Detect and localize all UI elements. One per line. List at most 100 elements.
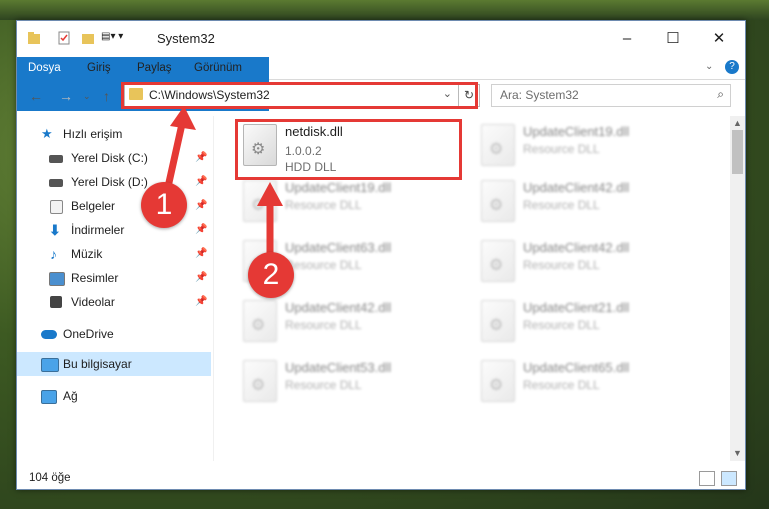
videos-icon xyxy=(50,296,62,308)
file-item[interactable]: ⚙ UpdateClient19.dll Resource DLL xyxy=(475,120,705,174)
search-input[interactable]: Ara: System32 ⌕ xyxy=(491,84,731,107)
sidebar-item-label: Hızlı erişim xyxy=(63,127,123,141)
large-icons-view-icon[interactable] xyxy=(721,471,737,486)
file-item[interactable]: ⚙ UpdateClient42.dll Resource DLL xyxy=(475,176,705,230)
pin-icon: 📌 xyxy=(195,248,208,259)
sidebar-item-this-pc[interactable]: Bu bilgisayar xyxy=(17,352,211,376)
file-name: UpdateClient19.dll xyxy=(523,124,630,139)
file-name: UpdateClient42.dll xyxy=(523,240,630,255)
dll-file-icon: ⚙ xyxy=(481,300,515,342)
dll-file-icon: ⚙ xyxy=(243,360,277,402)
minimize-button[interactable]: – xyxy=(607,27,647,51)
dll-file-icon: ⚙ xyxy=(481,240,515,282)
sidebar-item-videos[interactable]: Videolar 📌 xyxy=(17,290,211,314)
folder-icon xyxy=(27,31,41,48)
maximize-button[interactable]: ☐ xyxy=(653,27,693,51)
search-icon: ⌕ xyxy=(717,87,724,101)
sidebar-item-label: Yerel Disk (D:) xyxy=(71,175,148,189)
documents-icon xyxy=(50,200,63,214)
file-name: UpdateClient53.dll xyxy=(285,360,392,375)
navigation-pane: ★ Hızlı erişim Yerel Disk (C:) 📌 Yerel D… xyxy=(17,116,211,461)
status-bar: 104 öğe xyxy=(17,467,745,489)
file-description: Resource DLL xyxy=(285,198,362,212)
drive-icon xyxy=(49,155,63,163)
scroll-up-icon[interactable]: ▲ xyxy=(733,118,742,128)
address-highlight xyxy=(121,82,478,109)
file-item[interactable]: ⚙ UpdateClient53.dll Resource DLL xyxy=(237,356,467,410)
pin-icon: 📌 xyxy=(195,272,208,283)
file-description: Resource DLL xyxy=(523,258,600,272)
sidebar-item-network[interactable]: Ağ xyxy=(17,384,211,408)
pictures-icon xyxy=(49,272,65,286)
sidebar-item-label: OneDrive xyxy=(63,327,114,341)
file-description: Resource DLL xyxy=(285,378,362,392)
sidebar-item-music[interactable]: ♪ Müzik 📌 xyxy=(17,242,211,266)
file-highlight xyxy=(235,119,462,180)
sidebar-item-label: Belgeler xyxy=(71,199,116,213)
desktop-background xyxy=(0,0,769,20)
download-icon: ⬇ xyxy=(49,222,61,238)
recent-locations-icon[interactable]: ⌄ xyxy=(83,91,91,102)
callout-badge-1: 1 xyxy=(141,182,187,228)
sidebar-item-quick-access[interactable]: ★ Hızlı erişim xyxy=(17,122,211,146)
file-description: Resource DLL xyxy=(285,258,362,272)
sidebar-item-label: İndirmeler xyxy=(71,223,125,237)
file-name: UpdateClient19.dll xyxy=(285,180,392,195)
ribbon-tabs: Dosya Giriş Paylaş Görünüm ⌄ ? xyxy=(17,57,745,111)
sidebar-item-label: Resimler xyxy=(71,271,119,285)
up-arrow-icon[interactable]: ↑ xyxy=(103,88,110,104)
file-description: Resource DLL xyxy=(523,142,600,156)
pin-icon: 📌 xyxy=(195,152,208,163)
file-item[interactable]: ⚙ UpdateClient65.dll Resource DLL xyxy=(475,356,705,410)
file-item[interactable]: ⚙ UpdateClient21.dll Resource DLL xyxy=(475,296,705,350)
cloud-icon xyxy=(41,330,57,339)
file-description: Resource DLL xyxy=(523,198,600,212)
back-arrow-icon[interactable]: ← xyxy=(29,88,43,104)
item-count: 104 öğe xyxy=(29,472,71,484)
explorer-window: ▤▾ ▾ System32 – ☐ ✕ Dosya Giriş Paylaş G… xyxy=(16,20,746,490)
pane-divider xyxy=(213,116,214,461)
dll-file-icon: ⚙ xyxy=(243,300,277,342)
star-icon: ★ xyxy=(41,126,53,141)
pin-icon: 📌 xyxy=(195,200,208,211)
new-folder-icon[interactable] xyxy=(81,31,95,48)
close-button[interactable]: ✕ xyxy=(699,27,739,51)
properties-icon[interactable] xyxy=(57,31,71,48)
sidebar-item-onedrive[interactable]: OneDrive xyxy=(17,322,211,346)
expand-ribbon-icon[interactable]: ⌄ xyxy=(705,61,713,72)
details-view-icon[interactable] xyxy=(699,471,715,486)
file-item[interactable]: ⚙ UpdateClient42.dll Resource DLL xyxy=(475,236,705,290)
music-icon: ♪ xyxy=(50,246,57,262)
tab-view[interactable]: Görünüm xyxy=(194,57,242,79)
file-name: UpdateClient42.dll xyxy=(285,300,392,315)
computer-icon xyxy=(41,358,59,372)
file-description: Resource DLL xyxy=(285,318,362,332)
file-description: Resource DLL xyxy=(523,318,600,332)
sidebar-item-label: Ağ xyxy=(63,389,78,403)
file-description: Resource DLL xyxy=(523,378,600,392)
vertical-scrollbar[interactable]: ▲ ▼ xyxy=(730,116,745,461)
sidebar-item-label: Bu bilgisayar xyxy=(63,357,132,371)
sidebar-item-pictures[interactable]: Resimler 📌 xyxy=(17,266,211,290)
dll-file-icon: ⚙ xyxy=(481,360,515,402)
window-title: System32 xyxy=(157,31,215,46)
sidebar-item-disk-c[interactable]: Yerel Disk (C:) 📌 xyxy=(17,146,211,170)
forward-arrow-icon[interactable]: → xyxy=(59,88,73,104)
file-name: UpdateClient42.dll xyxy=(523,180,630,195)
sidebar-item-label: Müzik xyxy=(71,247,103,261)
network-icon xyxy=(41,390,57,404)
help-icon[interactable]: ? xyxy=(725,60,739,74)
tab-home[interactable]: Giriş xyxy=(87,57,111,79)
file-name: UpdateClient65.dll xyxy=(523,360,630,375)
scroll-thumb[interactable] xyxy=(732,130,743,174)
tab-share[interactable]: Paylaş xyxy=(137,57,172,79)
callout-badge-2: 2 xyxy=(248,252,294,298)
customize-toolbar-icon[interactable]: ▤▾ ▾ xyxy=(101,31,123,42)
sidebar-item-downloads[interactable]: ⬇ İndirmeler 📌 xyxy=(17,218,211,242)
dll-file-icon: ⚙ xyxy=(481,124,515,166)
scroll-down-icon[interactable]: ▼ xyxy=(733,448,742,458)
file-item[interactable]: ⚙ UpdateClient42.dll Resource DLL xyxy=(237,296,467,350)
sidebar-item-label: Yerel Disk (C:) xyxy=(71,151,148,165)
file-item[interactable]: ⚙ UpdateClient19.dll Resource DLL xyxy=(237,176,467,230)
dll-file-icon: ⚙ xyxy=(481,180,515,222)
